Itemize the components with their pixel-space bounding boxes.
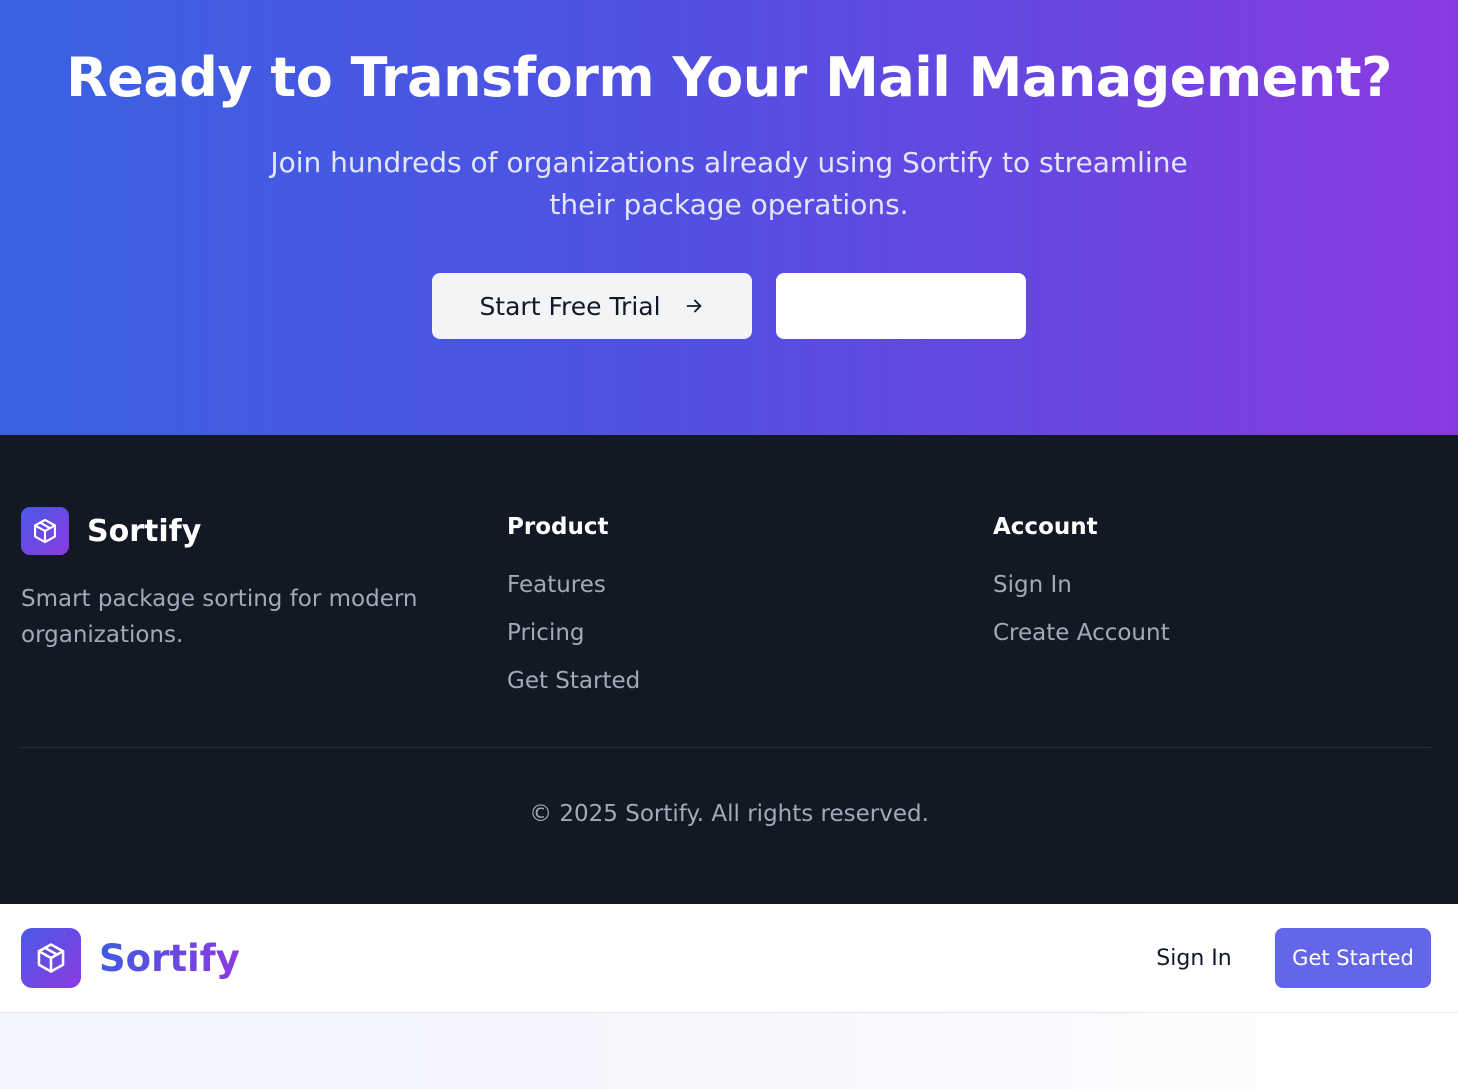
footer-link-features[interactable]: Features [507,571,640,599]
cta-buttons: Start Free Trial [0,273,1458,339]
footer-account-links: Sign In Create Account [993,571,1170,647]
footer-link-pricing[interactable]: Pricing [507,619,640,647]
footer-account-column: Account Sign In Create Account [993,513,1170,667]
arrow-right-icon [683,295,705,317]
footer-brand[interactable]: Sortify [21,507,201,555]
page-body-background [0,1013,1458,1089]
footer-product-column: Product Features Pricing Get Started [507,513,640,715]
footer-account-title: Account [993,514,1098,540]
cta-subtitle: Join hundreds of organizations already u… [270,146,1188,221]
secondary-cta-button[interactable] [776,273,1026,339]
package-box-icon [21,928,81,988]
start-free-trial-label: Start Free Trial [479,291,661,321]
footer-link-sign-in[interactable]: Sign In [993,571,1170,599]
top-navbar: Sortify Sign In Get Started [0,904,1458,1013]
footer-product-title: Product [507,514,609,540]
cta-title: Ready to Transform Your Mail Management? [66,46,1392,109]
footer-link-create-account[interactable]: Create Account [993,619,1170,647]
cta-section: Ready to Transform Your Mail Management?… [0,0,1458,435]
footer-brand-name: Sortify [87,513,202,549]
footer-divider [21,747,1431,748]
footer-tagline: Smart package sorting for modern organiz… [21,586,418,648]
package-box-icon [21,507,69,555]
navbar-brand[interactable]: Sortify [21,928,240,988]
site-footer: Sortify Smart package sorting for modern… [0,435,1458,904]
footer-link-get-started[interactable]: Get Started [507,667,640,695]
footer-product-links: Features Pricing Get Started [507,571,640,695]
navbar-brand-name: Sortify [99,936,240,980]
footer-copyright: © 2025 Sortify. All rights reserved. [529,801,929,827]
start-free-trial-button[interactable]: Start Free Trial [432,273,752,339]
get-started-button[interactable]: Get Started [1275,928,1431,988]
sign-in-button[interactable]: Sign In [1140,928,1248,988]
